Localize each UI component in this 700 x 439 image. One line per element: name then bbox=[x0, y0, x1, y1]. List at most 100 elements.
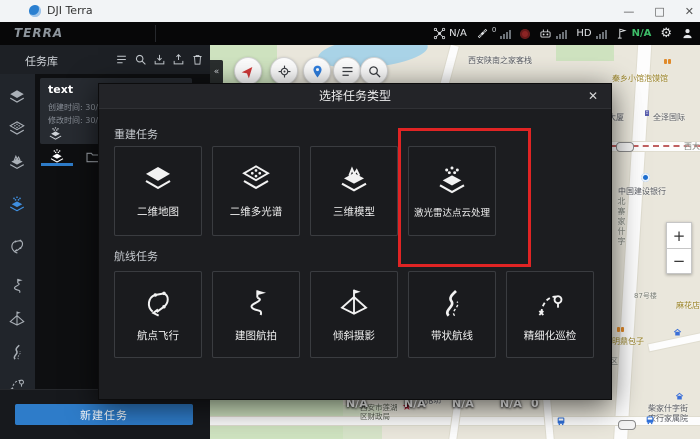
target-icon bbox=[277, 64, 292, 79]
status-cluster: N/A 0 HD N/A ⚙ bbox=[433, 22, 694, 45]
map-search-button[interactable] bbox=[360, 57, 388, 85]
map-layers-list-button[interactable] bbox=[333, 57, 361, 85]
rail-corridor-icon[interactable] bbox=[8, 343, 26, 361]
task-library-header: 任务库 bbox=[0, 45, 210, 75]
satellite-icon bbox=[476, 27, 489, 40]
task-created: 创建时间: 30/1 bbox=[48, 102, 103, 113]
hd-signal-bars-icon bbox=[595, 29, 607, 39]
drone-icon bbox=[433, 27, 446, 40]
map-building-icon bbox=[643, 109, 651, 117]
gps-status: 0 bbox=[476, 27, 511, 40]
nav-arrow-icon bbox=[241, 64, 256, 79]
task-type-rail bbox=[0, 74, 35, 389]
rail-3d-model-icon[interactable] bbox=[8, 153, 26, 171]
user-account-icon[interactable] bbox=[681, 27, 694, 40]
search-icon[interactable] bbox=[134, 53, 147, 66]
map-label: 中国建设银行 bbox=[618, 186, 666, 197]
rtk-status: N/A bbox=[616, 27, 652, 40]
remote-controller-icon bbox=[539, 27, 552, 40]
tab-lidar-tasks[interactable] bbox=[49, 148, 65, 164]
rail-waypoint-flight-icon[interactable] bbox=[8, 237, 26, 255]
route-cards: 航点飞行 建图航拍 倾斜摄影 带状航线 精细化巡检 bbox=[114, 271, 594, 358]
terra-logo: TERRA bbox=[14, 26, 63, 40]
fine-inspection-icon bbox=[534, 287, 566, 319]
main-area: 西安陕南之家客栈 秦乡小馆泡馍馆 安大厦 全泽国际 西大 中国建设银行 北寨家什… bbox=[0, 45, 700, 439]
map-label: 87号楼 bbox=[634, 291, 657, 301]
map-house-poi-icon bbox=[675, 392, 684, 401]
task-modified: 修改时间: 30/1 bbox=[48, 115, 103, 126]
card-3d-model[interactable]: 三维模型 bbox=[310, 146, 398, 236]
card-2d-map[interactable]: 二维地图 bbox=[114, 146, 202, 236]
card-2d-multispectral[interactable]: 二维多光谱 bbox=[212, 146, 300, 236]
compass-button[interactable] bbox=[234, 57, 262, 85]
trash-icon[interactable] bbox=[191, 53, 204, 66]
map-label: 西大 bbox=[684, 141, 700, 152]
active-tab-underline bbox=[41, 163, 73, 166]
section-label-route: 航线任务 bbox=[114, 248, 158, 264]
app-topbar: TERRA N/A 0 HD N/A bbox=[0, 22, 700, 45]
select-task-type-dialog: 选择任务类型 ✕ 重建任务 二维地图 二维多光谱 三维模型 bbox=[98, 83, 612, 400]
model-3d-icon bbox=[338, 163, 370, 195]
rail-multispectral-icon[interactable] bbox=[8, 120, 26, 138]
red-highlight-annotation bbox=[398, 128, 531, 267]
gps-signal-bars-icon bbox=[499, 29, 511, 39]
rail-oblique-icon[interactable] bbox=[8, 310, 26, 328]
map-bus-stop-icon bbox=[556, 416, 566, 426]
card-waypoint-flight[interactable]: 航点飞行 bbox=[114, 271, 202, 358]
map-label: 明鼎包子 bbox=[612, 336, 644, 347]
dji-terra-window: DJI Terra — □ ✕ TERRA N/A 0 bbox=[0, 0, 700, 439]
task-library-title: 任务库 bbox=[25, 53, 58, 69]
export-icon[interactable] bbox=[172, 53, 185, 66]
card-corridor-route[interactable]: 带状航线 bbox=[408, 271, 496, 358]
list-icon bbox=[340, 64, 355, 79]
rail-lidar-icon[interactable] bbox=[8, 195, 26, 213]
settings-gear-icon[interactable]: ⚙ bbox=[660, 27, 672, 40]
zoom-out-button[interactable]: − bbox=[666, 248, 692, 274]
pin-icon bbox=[310, 64, 325, 79]
warning-indicator-icon bbox=[520, 29, 530, 39]
map-label: 西安陕南之家客栈 bbox=[468, 55, 532, 66]
mapping-route-icon bbox=[240, 287, 272, 319]
waypoint-flight-icon bbox=[142, 287, 174, 319]
close-window-button[interactable]: ✕ bbox=[685, 5, 694, 18]
close-dialog-button[interactable]: ✕ bbox=[585, 88, 601, 104]
map-label: 秦乡小馆泡馍馆 bbox=[612, 73, 668, 84]
minimize-button[interactable]: — bbox=[623, 5, 634, 18]
map-bus-stop-icon bbox=[645, 415, 655, 425]
rail-2d-map-icon[interactable] bbox=[8, 88, 26, 106]
card-mapping-photo[interactable]: 建图航拍 bbox=[212, 271, 300, 358]
oblique-photo-icon bbox=[338, 287, 370, 319]
section-label-reconstruction: 重建任务 bbox=[114, 126, 158, 142]
map-house-poi-icon bbox=[673, 328, 682, 337]
multispectral-icon bbox=[240, 163, 272, 195]
layers-2d-icon bbox=[142, 163, 174, 195]
window-title: DJI Terra bbox=[47, 4, 93, 17]
map-people-poi-icon bbox=[664, 59, 671, 64]
os-titlebar: DJI Terra — □ ✕ bbox=[0, 0, 700, 23]
map-station-icon bbox=[616, 142, 634, 152]
import-icon[interactable] bbox=[153, 53, 166, 66]
hd-status: HD bbox=[576, 28, 606, 39]
locate-button[interactable] bbox=[270, 57, 298, 85]
rail-mapping-photo-icon[interactable] bbox=[8, 277, 26, 295]
corridor-route-icon bbox=[436, 287, 468, 319]
marker-button[interactable] bbox=[303, 57, 331, 85]
map-zoom-control: + − bbox=[666, 222, 692, 274]
sort-list-icon[interactable] bbox=[115, 53, 128, 66]
app-icon bbox=[29, 5, 41, 17]
map-station-icon bbox=[618, 420, 636, 430]
new-task-button[interactable]: 新建任务 bbox=[15, 404, 193, 425]
map-people-poi-icon bbox=[617, 327, 624, 332]
card-fine-inspection[interactable]: 精细化巡检 bbox=[506, 271, 594, 358]
map-label: 麻花店 bbox=[676, 300, 700, 311]
card-oblique-photo[interactable]: 倾斜摄影 bbox=[310, 271, 398, 358]
rc-status bbox=[539, 27, 567, 40]
map-green-area bbox=[556, 45, 614, 61]
panel-collapse-button[interactable]: « bbox=[210, 60, 223, 84]
map-label: 北寨家什字 bbox=[616, 197, 627, 247]
maximize-button[interactable]: □ bbox=[654, 5, 664, 18]
task-name: text bbox=[48, 83, 73, 96]
zoom-in-button[interactable]: + bbox=[666, 222, 692, 248]
map-bank-logo-icon bbox=[641, 173, 650, 182]
search-icon bbox=[367, 64, 382, 79]
